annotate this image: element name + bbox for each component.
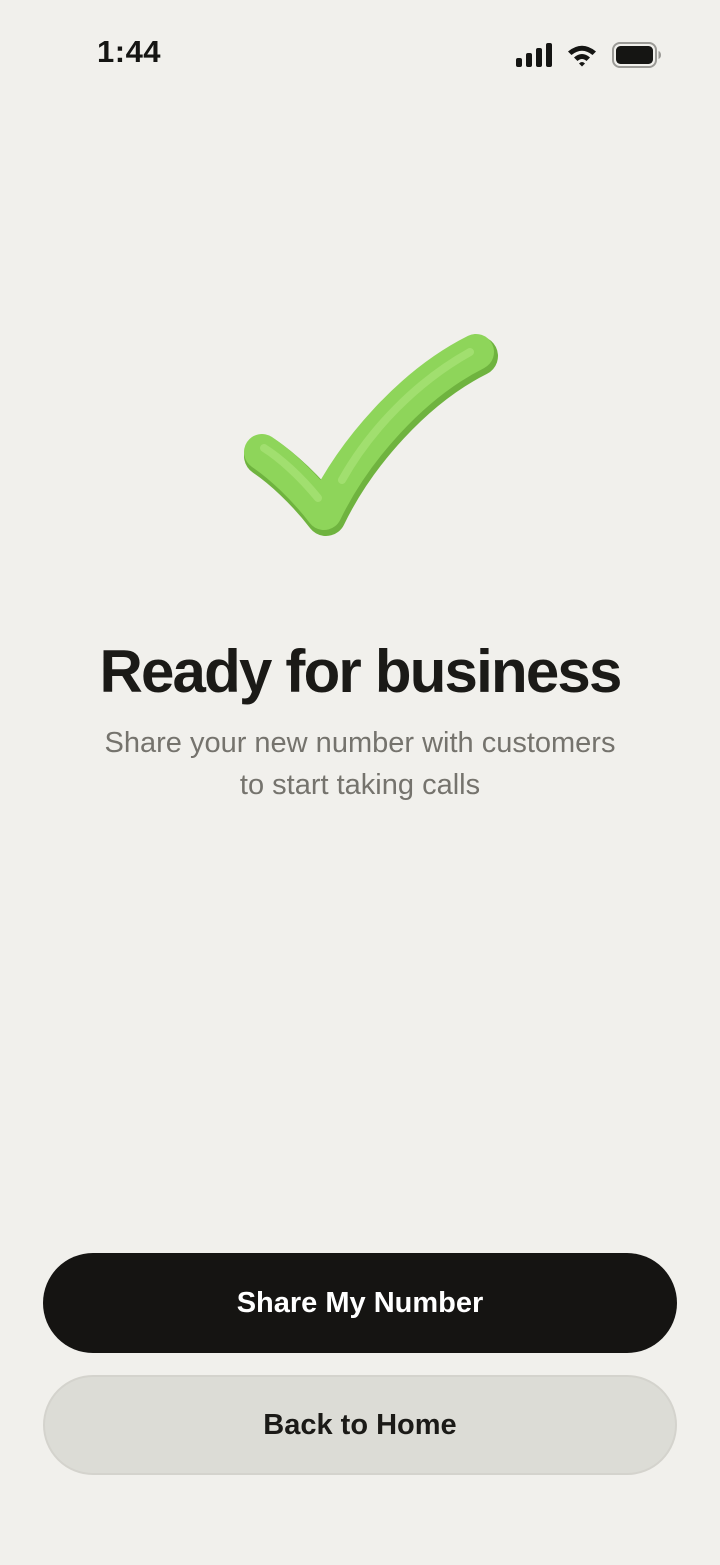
status-bar: 1:44 bbox=[0, 0, 720, 110]
page-title: Ready for business bbox=[99, 638, 622, 705]
status-time: 1:44 bbox=[97, 34, 162, 69]
share-my-number-label: Share My Number bbox=[236, 1286, 484, 1319]
wifi-icon bbox=[566, 43, 598, 67]
cellular-signal-icon bbox=[516, 43, 552, 67]
hero-checkmark bbox=[230, 330, 510, 570]
page-subtitle: Share your new number with customers to … bbox=[70, 722, 650, 806]
status-icons bbox=[516, 40, 662, 70]
share-my-number-button[interactable]: Share My Number bbox=[43, 1253, 677, 1353]
checkmark-icon bbox=[230, 330, 510, 570]
back-to-home-button[interactable]: Back to Home bbox=[43, 1375, 677, 1475]
subtitle-line-1: Share your new number with customers bbox=[104, 727, 616, 759]
subtitle-line-2: to start taking calls bbox=[239, 769, 481, 801]
back-to-home-label: Back to Home bbox=[263, 1408, 457, 1441]
battery-icon bbox=[612, 42, 662, 68]
